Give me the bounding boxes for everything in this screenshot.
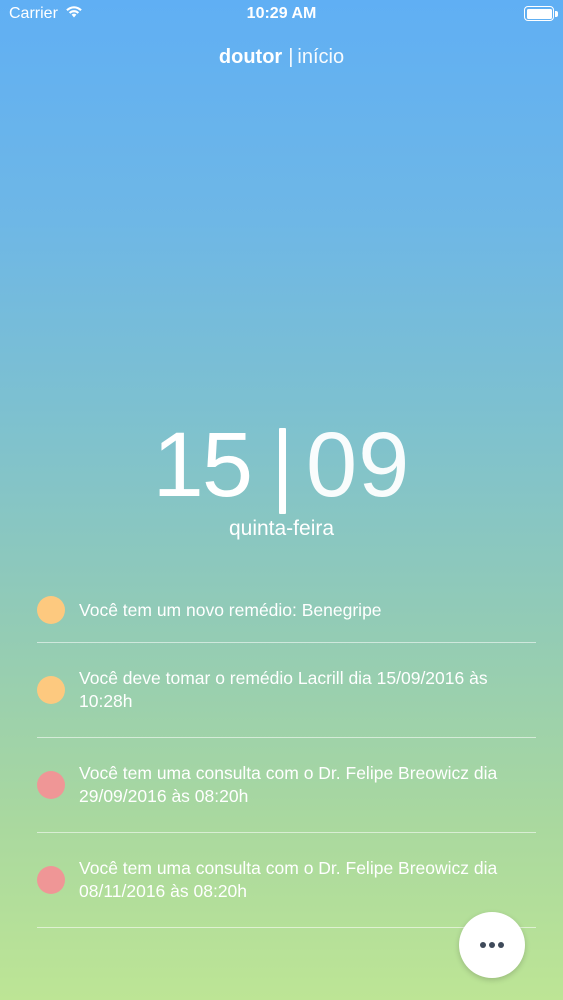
notification-item[interactable]: Você deve tomar o remédio Lacrill dia 15… [37,643,536,738]
notification-text: Você tem um novo remédio: Benegripe [79,599,382,620]
battery-tip [555,11,558,17]
date-day: 15 [152,413,253,516]
section-title: início [297,46,345,68]
status-bar: Carrier 10:29 AM [0,0,563,30]
current-date: 15 09 [0,412,563,517]
status-dot-icon [37,676,65,704]
notification-item[interactable]: Você tem uma consulta com o Dr. Felipe B… [37,738,536,833]
title-separator: | [288,46,294,68]
date-month: 09 [306,413,411,516]
battery-icon [524,6,554,21]
notification-text: Você tem uma consulta com o Dr. Felipe B… [79,763,498,806]
notification-item[interactable]: Você tem um novo remédio: Benegripe [37,578,536,643]
status-dot-icon [37,771,65,799]
more-options-button[interactable] [459,912,525,978]
date-divider [279,427,286,514]
app-brand: doutor [218,46,283,68]
notification-item[interactable]: Você tem uma consulta com o Dr. Felipe B… [37,833,536,928]
notification-text: Você deve tomar o remédio Lacrill dia 15… [79,668,488,711]
status-dot-icon [37,596,65,624]
nav-title: doutor | início [0,46,563,69]
status-time: 10:29 AM [246,5,317,22]
notification-text: Você tem uma consulta com o Dr. Felipe B… [79,858,498,901]
weekday-label: quinta-feira [228,517,335,540]
status-dot-icon [37,866,65,894]
more-horizontal-icon [480,942,504,948]
notification-list: Você tem um novo remédio: Benegripe Você… [37,578,536,928]
